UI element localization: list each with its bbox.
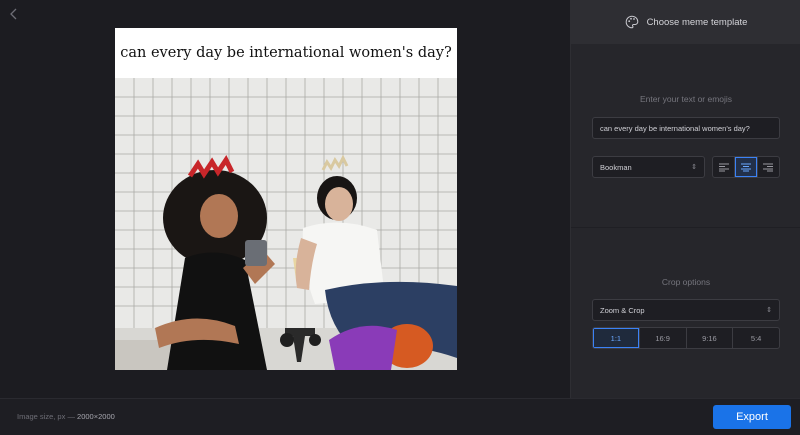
chevron-left-icon xyxy=(10,8,17,20)
export-button[interactable]: Export xyxy=(713,405,791,429)
meme-caption-bar: can every day be international women's d… xyxy=(115,28,457,78)
align-right-icon xyxy=(763,163,774,172)
align-right-button[interactable] xyxy=(758,157,779,177)
ratio-9-16-button[interactable]: 9:16 xyxy=(687,328,734,348)
crop-mode-select[interactable]: Zoom & Crop ⇕ xyxy=(592,299,780,321)
image-size-label: Image size, px — xyxy=(17,412,75,421)
image-size-info: Image size, px — 2000×2000 xyxy=(17,412,115,421)
editor-canvas: can every day be international women's d… xyxy=(0,0,570,398)
text-alignment-group xyxy=(712,156,780,178)
meme-preview: can every day be international women's d… xyxy=(115,28,457,370)
meme-caption: can every day be international women's d… xyxy=(120,45,452,61)
select-caret-icon: ⇕ xyxy=(766,306,772,314)
align-center-icon xyxy=(740,163,751,172)
crop-section-title: Crop options xyxy=(661,277,711,287)
select-caret-icon: ⇕ xyxy=(691,163,697,171)
text-section-title: Enter your text or emojis xyxy=(639,94,733,104)
image-size-value: 2000×2000 xyxy=(77,412,115,421)
align-left-button[interactable] xyxy=(713,157,736,177)
font-select[interactable]: Bookman ⇕ xyxy=(592,156,705,178)
choose-template-label: Choose meme template xyxy=(646,16,748,28)
aspect-ratio-group: 1:1 16:9 9:16 5:4 xyxy=(592,327,780,349)
ratio-16-9-button[interactable]: 16:9 xyxy=(640,328,687,348)
crop-mode-value: Zoom & Crop xyxy=(600,305,645,315)
footer-bar: Image size, px — 2000×2000 Export xyxy=(0,398,800,435)
panel-divider xyxy=(571,227,800,228)
font-select-value: Bookman xyxy=(600,162,632,172)
meme-photo xyxy=(115,78,457,370)
back-button[interactable] xyxy=(6,6,22,22)
settings-panel: Choose meme template Enter your text or … xyxy=(570,0,800,398)
ratio-1-1-button[interactable]: 1:1 xyxy=(593,328,640,348)
ratio-5-4-button[interactable]: 5:4 xyxy=(733,328,779,348)
align-center-button[interactable] xyxy=(735,157,758,177)
align-left-icon xyxy=(718,163,729,172)
meme-text-input[interactable] xyxy=(592,117,780,139)
choose-template-button[interactable]: Choose meme template xyxy=(571,0,800,44)
palette-icon xyxy=(625,15,638,29)
